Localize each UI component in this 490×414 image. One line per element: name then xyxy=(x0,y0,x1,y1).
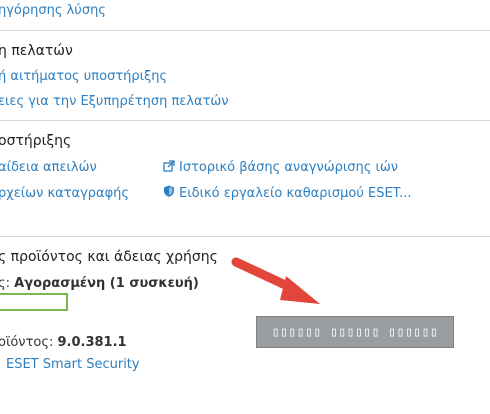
divider xyxy=(0,120,490,121)
virus-signature-history-link[interactable]: Ιστορικό βάσης αναγνώρισης ιών xyxy=(179,160,398,175)
customer-service-info-link[interactable]: ειες για την Εξυπηρέτηση πελατών xyxy=(0,94,229,109)
log-files-link[interactable]: ρχείων καταγραφής xyxy=(0,186,129,201)
threat-encyclopedia-link[interactable]: αίδεια απειλών xyxy=(0,160,97,175)
shield-icon xyxy=(164,185,174,197)
customer-section-heading: η πελατών xyxy=(0,43,73,59)
product-link[interactable]: ESET Smart Security xyxy=(6,357,140,372)
product-section-heading: ς προϊόντος και άδειας χρήσης xyxy=(0,249,218,265)
support-section-heading: οστήριξης xyxy=(0,133,72,149)
license-label: ς: xyxy=(0,276,11,291)
license-row: ς: Αγορασμένη (1 συσκευή) xyxy=(0,276,199,291)
top-link[interactable]: ηγόρησης λύσης xyxy=(0,3,106,18)
version-label: οϊόντος: xyxy=(0,335,54,350)
highlighted-field xyxy=(0,293,68,311)
support-request-link[interactable]: ή αιτήματος υποστήριξης xyxy=(0,69,167,84)
redacted-overlay-box: ▯▯▯▯▯▯ ▯▯▯▯▯▯ ▯▯▯▯▯▯ xyxy=(256,316,454,348)
annotation-arrow-icon xyxy=(231,257,320,304)
divider xyxy=(0,30,490,31)
license-value: Αγορασμένη (1 συσκευή) xyxy=(14,276,199,291)
divider xyxy=(0,236,490,237)
version-row: οϊόντος: 9.0.381.1 xyxy=(0,335,127,350)
external-link-icon xyxy=(163,160,175,172)
redacted-text: ▯▯▯▯▯▯ ▯▯▯▯▯▯ ▯▯▯▯▯▯ xyxy=(271,324,439,340)
version-value: 9.0.381.1 xyxy=(57,335,127,350)
eset-cleaner-tool-link[interactable]: Ειδικό εργαλείο καθαρισμού ESET... xyxy=(179,186,411,201)
